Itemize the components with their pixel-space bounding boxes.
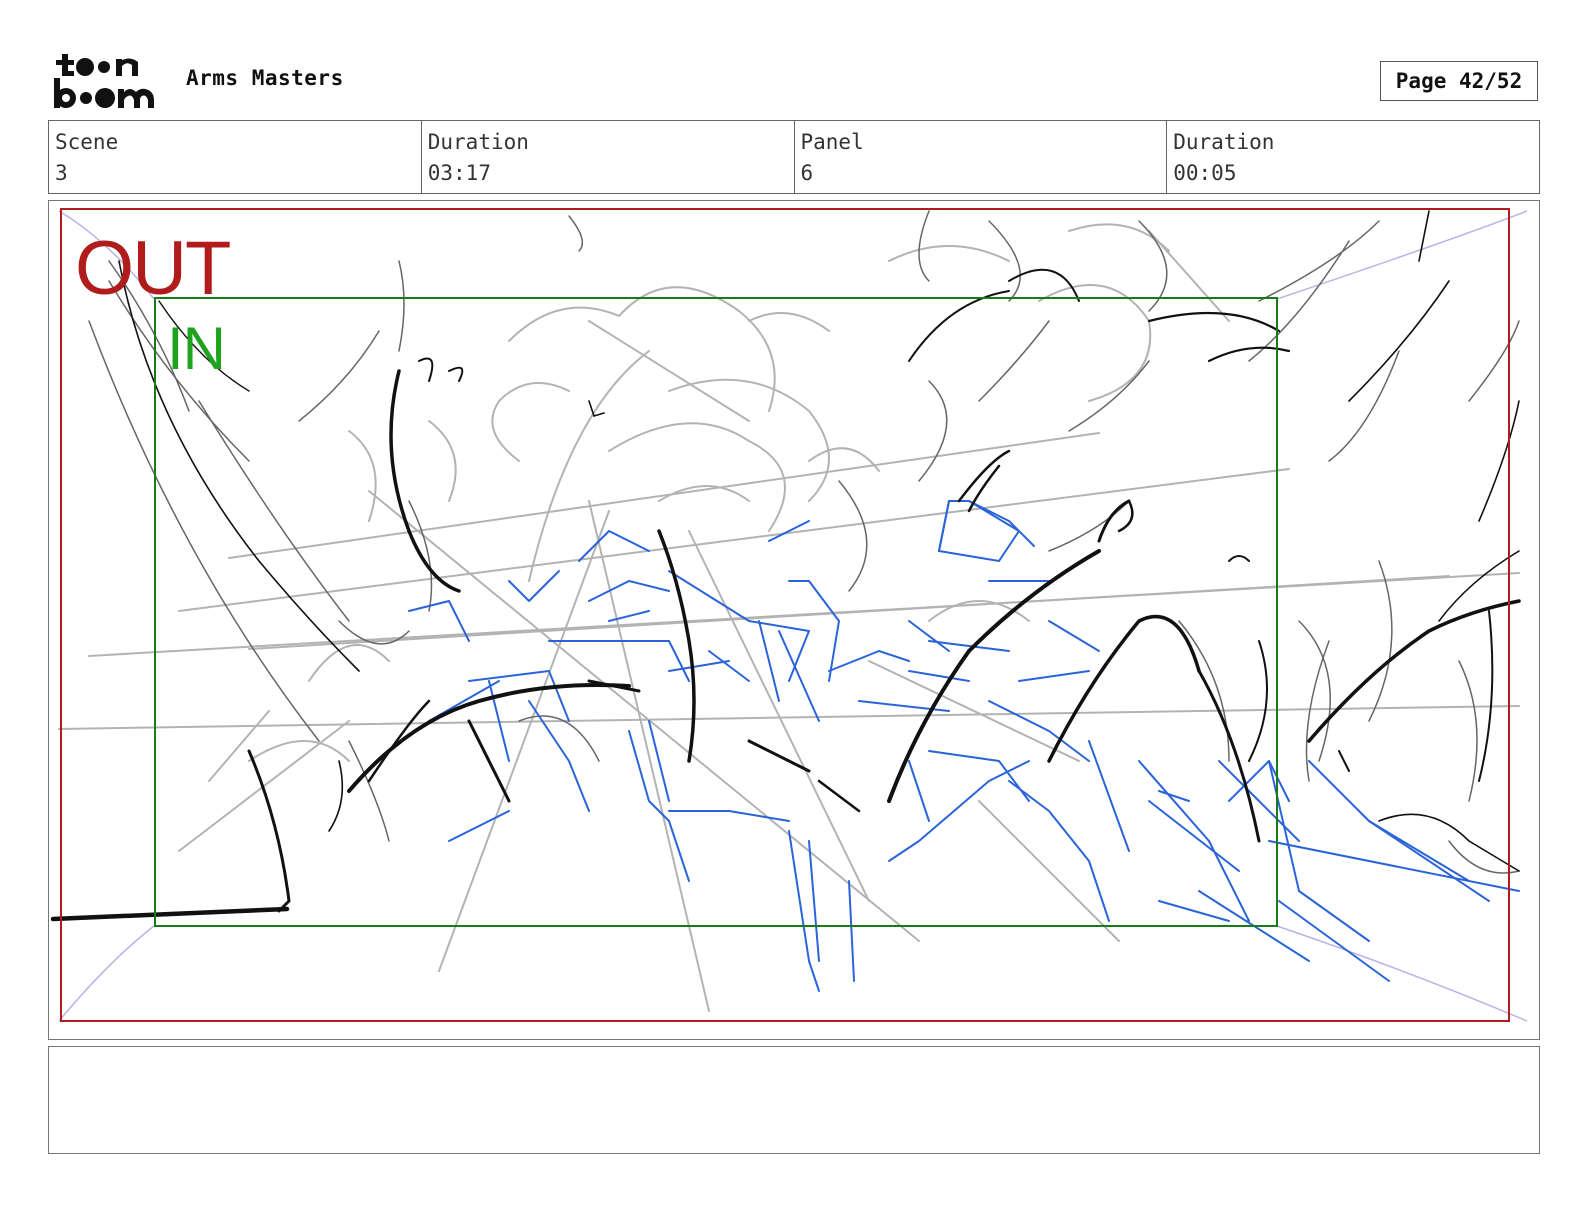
sketch-drawing <box>50 208 1528 1022</box>
in-frame <box>154 297 1278 927</box>
scene-duration-value: 03:17 <box>427 161 491 185</box>
storyboard-panel: OUT IN <box>48 200 1540 1040</box>
page-indicator: Page 42/52 <box>1380 61 1538 101</box>
scene-info-table: Scene 3 Duration 03:17 Panel 6 Duration … <box>48 120 1540 194</box>
toon-boom-logo-icon <box>54 54 154 108</box>
dark-sketch-lines <box>88 210 1520 874</box>
out-label: OUT <box>75 226 231 311</box>
scene-label: Scene <box>55 130 119 154</box>
panel-cell: Panel 6 <box>795 121 1168 193</box>
panel-label: Panel <box>800 130 864 154</box>
scene-value: 3 <box>55 161 68 185</box>
in-label: IN <box>167 315 226 382</box>
project-title: Arms Masters <box>186 66 344 90</box>
blue-structure-sketch <box>408 500 1520 992</box>
panel-duration-label: Duration <box>1173 130 1275 154</box>
scene-cell: Scene 3 <box>49 121 422 193</box>
scene-duration-cell: Duration 03:17 <box>422 121 795 193</box>
panel-duration-cell: Duration 00:05 <box>1167 121 1539 193</box>
toon-boom-logo <box>52 52 164 112</box>
black-ink-strokes <box>50 210 1521 922</box>
panel-duration-value: 00:05 <box>1173 161 1237 185</box>
panel-value: 6 <box>800 161 814 185</box>
scene-duration-label: Duration <box>427 130 529 154</box>
panel-notes-box <box>48 1046 1540 1154</box>
gray-construction-lines <box>58 223 1520 1012</box>
